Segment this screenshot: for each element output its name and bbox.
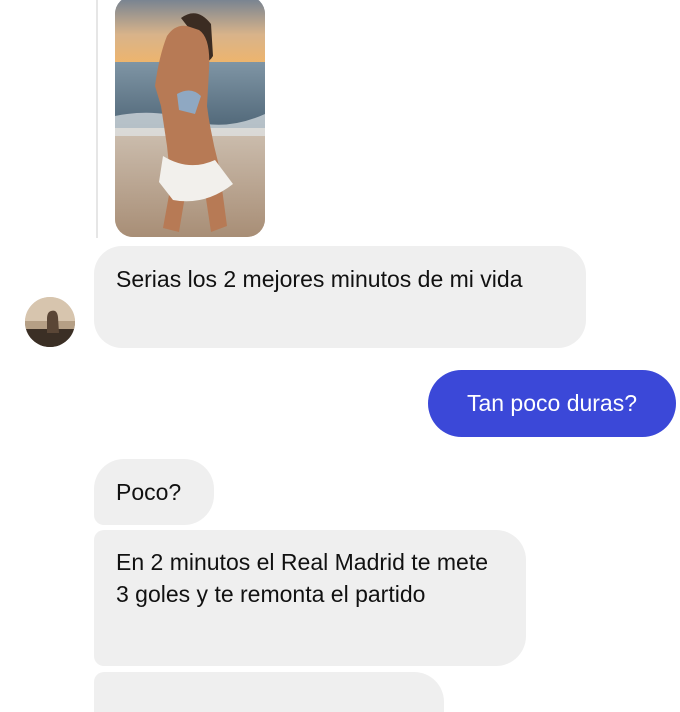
message-text: En 2 minutos el Real Madrid te mete 3 go… bbox=[116, 549, 489, 607]
message-text: Tan poco duras? bbox=[466, 390, 638, 416]
message-thread: Serias los 2 mejores minutos de mi vida … bbox=[0, 0, 680, 712]
incoming-message-bubble[interactable]: Serias los 2 mejores minutos de mi vida bbox=[94, 246, 586, 348]
incoming-message-bubble[interactable]: En 2 minutos el Real Madrid te mete 3 go… bbox=[94, 530, 526, 666]
contact-avatar-icon bbox=[25, 297, 75, 347]
incoming-message-bubble-partial[interactable] bbox=[94, 672, 444, 712]
incoming-message-bubble[interactable]: Poco? bbox=[94, 459, 214, 525]
shared-photo[interactable] bbox=[115, 0, 265, 237]
beach-photo-icon bbox=[115, 0, 265, 237]
message-text: Poco? bbox=[116, 479, 182, 505]
reply-thread-line bbox=[96, 0, 98, 238]
contact-avatar[interactable] bbox=[25, 297, 75, 347]
message-text: Serias los 2 mejores minutos de mi vida bbox=[116, 266, 523, 292]
outgoing-message-bubble[interactable]: Tan poco duras? bbox=[428, 370, 676, 437]
